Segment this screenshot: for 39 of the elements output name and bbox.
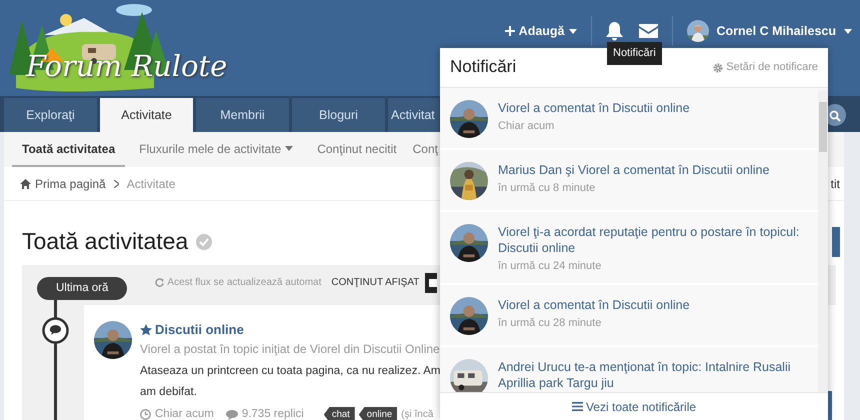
timeline-label: Ultima oră bbox=[37, 277, 128, 300]
sub-nav-tab[interactable]: Conţ bbox=[410, 132, 438, 167]
settings-link[interactable]: Setări de notificare bbox=[713, 59, 818, 76]
auto-update-text: Acest flux se actualizează automat bbox=[155, 275, 322, 290]
breadcrumb-current: Activitate bbox=[126, 176, 176, 192]
notification-link[interactable]: Andrei Urucu te-a menţionat în topic: Intalnire Rusalii Aprillia park Targu jiu bbox=[498, 359, 810, 391]
notification-time: Chiar acum bbox=[498, 120, 556, 133]
logo-text[interactable]: Forum Rulote bbox=[26, 52, 228, 81]
nav-tab[interactable]: Activitate bbox=[100, 98, 193, 132]
breadcrumb-link[interactable]: Prima pagină bbox=[20, 174, 106, 192]
post-subtitle: Viorel a postat în topic iniţiat de Viorel din Discutii Online bbox=[140, 341, 440, 357]
notification-time: în urmă cu 8 minute bbox=[498, 182, 596, 195]
panel-title: Notificări bbox=[450, 57, 516, 78]
notification-time: în urmă cu 24 minute bbox=[498, 260, 602, 273]
notification-link[interactable]: Viorel a comentat în Discutii online bbox=[498, 100, 690, 116]
notification-link[interactable]: Viorel a comentat în Discutii online bbox=[498, 297, 690, 313]
nav-tab[interactable]: Exploraţi bbox=[4, 98, 97, 132]
sub-nav-tab[interactable]: Toată activitatea bbox=[12, 132, 126, 167]
tag[interactable]: online bbox=[358, 406, 398, 420]
post-time: Chiar acum bbox=[140, 406, 214, 420]
notification-time: în urmă cu 28 minute bbox=[498, 317, 602, 330]
nav-tab[interactable]: Bloguri bbox=[292, 98, 385, 132]
post-body: Ataseaza un printcreen cu toata pagina, ca nu realizez. Am am debifat. bbox=[140, 364, 440, 400]
notification-link[interactable]: Viorel ţi-a acordat reputaţie pentru o postare în topicul: Discutii online bbox=[498, 224, 810, 256]
add-button[interactable]: Adaugă bbox=[504, 22, 577, 40]
sub-nav-tab[interactable]: Fluxurile mele de activitate bbox=[129, 132, 304, 167]
breadcrumb-text: tit bbox=[830, 176, 840, 192]
more-tags-text: (şi încă bbox=[401, 408, 434, 420]
tooltip: Notificări bbox=[607, 42, 662, 64]
nav-tab[interactable]: Activitat bbox=[388, 98, 439, 132]
sub-nav-tab[interactable]: Conţinut necitit bbox=[307, 132, 407, 167]
page-title: Toată activitatea bbox=[22, 228, 188, 256]
notification-link[interactable]: Marius Dan şi Viorel a comentat în Discutii online bbox=[498, 162, 770, 178]
reply-count: 9.735 replici bbox=[226, 406, 304, 420]
nav-tab[interactable]: Membrii bbox=[196, 98, 289, 132]
content-shown-label: CONŢINUT AFIŞAT bbox=[331, 276, 420, 290]
post-title-link[interactable]: Discutii online bbox=[140, 321, 244, 338]
tag[interactable]: chat bbox=[324, 406, 355, 420]
user-menu[interactable]: Cornel C Mihailescu bbox=[686, 20, 852, 42]
